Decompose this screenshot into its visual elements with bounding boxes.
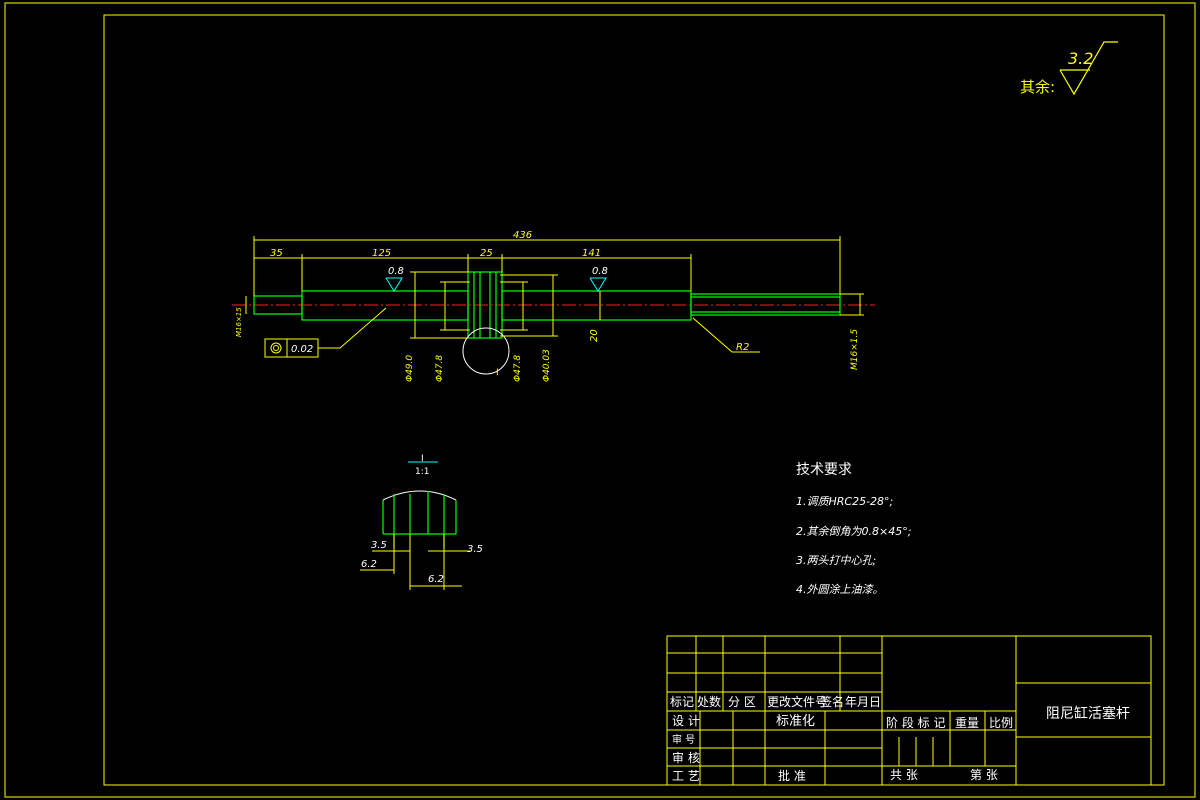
dim-overall: 436 (513, 230, 532, 241)
inner-frame (103, 14, 1165, 786)
sheet-number: 第 张 (970, 768, 998, 782)
roughness-value: 3.2 (1068, 49, 1093, 68)
total-sheets: 共 张 (890, 768, 918, 782)
detail-dim-c: 6.2 (361, 559, 377, 570)
roughness-label: 其余: (1020, 78, 1055, 96)
stage-label: 阶 段 标 记 (886, 715, 945, 730)
dim-141: 141 (582, 248, 601, 259)
dim-dia-right: Φ47.8 (513, 355, 523, 382)
roughness-symbol: 其余: 3.2 (1020, 41, 1118, 96)
tech-item-4: 4.外圆涂上油漆。 (796, 583, 884, 596)
dim-thread: M16×1.5 (850, 329, 860, 370)
hdr-sign: 签名 (820, 694, 844, 709)
hdr-date: 年月日 (845, 695, 881, 709)
tolerance-frame: 0.02 (264, 338, 319, 358)
dim-125: 125 (372, 248, 391, 259)
check-label: 审 核 (672, 750, 700, 765)
detail-dim-a: 3.5 (371, 540, 387, 551)
tech-item-1: 1.调质HRC25-28°; (796, 495, 893, 508)
dim-20: 20 (589, 329, 600, 342)
detail-view: I 1:1 3.5 3.5 6.2 6.2 (360, 454, 483, 590)
dim-25: 25 (480, 248, 493, 259)
tech-title: 技术要求 (796, 462, 852, 478)
title-block-text: 标记 处数 分 区 更改文件号 签名 年月日 设 计 标准化 审 号 审 核 工… (670, 694, 1130, 783)
dim-dia-left: Φ49.0 (405, 355, 415, 382)
craft-label: 工 艺 (672, 769, 700, 783)
section-circle (462, 327, 510, 375)
detail-dim-b: 3.5 (467, 544, 483, 555)
rough-b: 0.8 (592, 266, 608, 277)
drawing-sheet: 其余: 3.2 I 0.8 0.8 0.02 436 35 125 25 141… (4, 2, 1196, 798)
dim-dia-right2: Φ40.03 (542, 349, 552, 382)
rough-a: 0.8 (388, 266, 404, 277)
design-label: 设 计 (672, 714, 700, 728)
review-label: 审 号 (672, 733, 695, 746)
part-name: 阻尼缸活塞杆 (1046, 705, 1130, 722)
hdr-mark: 标记 (670, 695, 694, 709)
standard-label: 标准化 (776, 714, 815, 729)
hdr-count: 处数 (697, 694, 721, 709)
hdr-zone: 分 区 (728, 695, 756, 709)
tolerance-value: 0.02 (291, 344, 313, 355)
detail-dim-d: 6.2 (428, 574, 444, 585)
tech-requirements: 技术要求 1.调质HRC25-28°; 2.其余倒角为0.8×45°; 3.两头… (796, 462, 911, 596)
weight-label: 重量 (955, 716, 979, 730)
detail-label-bottom: 1:1 (415, 467, 429, 477)
dim-dia-left2: Φ47.8 (435, 355, 445, 382)
tech-item-2: 2.其余倒角为0.8×45°; (796, 525, 911, 538)
dim-35: 35 (270, 248, 283, 259)
section-mark: I (496, 368, 499, 378)
hdr-doc: 更改文件号 (767, 694, 827, 709)
approve-label: 批 准 (778, 768, 806, 783)
dim-small-left: M16×15 (235, 307, 243, 337)
tech-item-3: 3.两头打中心孔; (796, 554, 876, 567)
scale-label: 比例 (989, 716, 1013, 730)
dim-r2: R2 (736, 342, 749, 353)
